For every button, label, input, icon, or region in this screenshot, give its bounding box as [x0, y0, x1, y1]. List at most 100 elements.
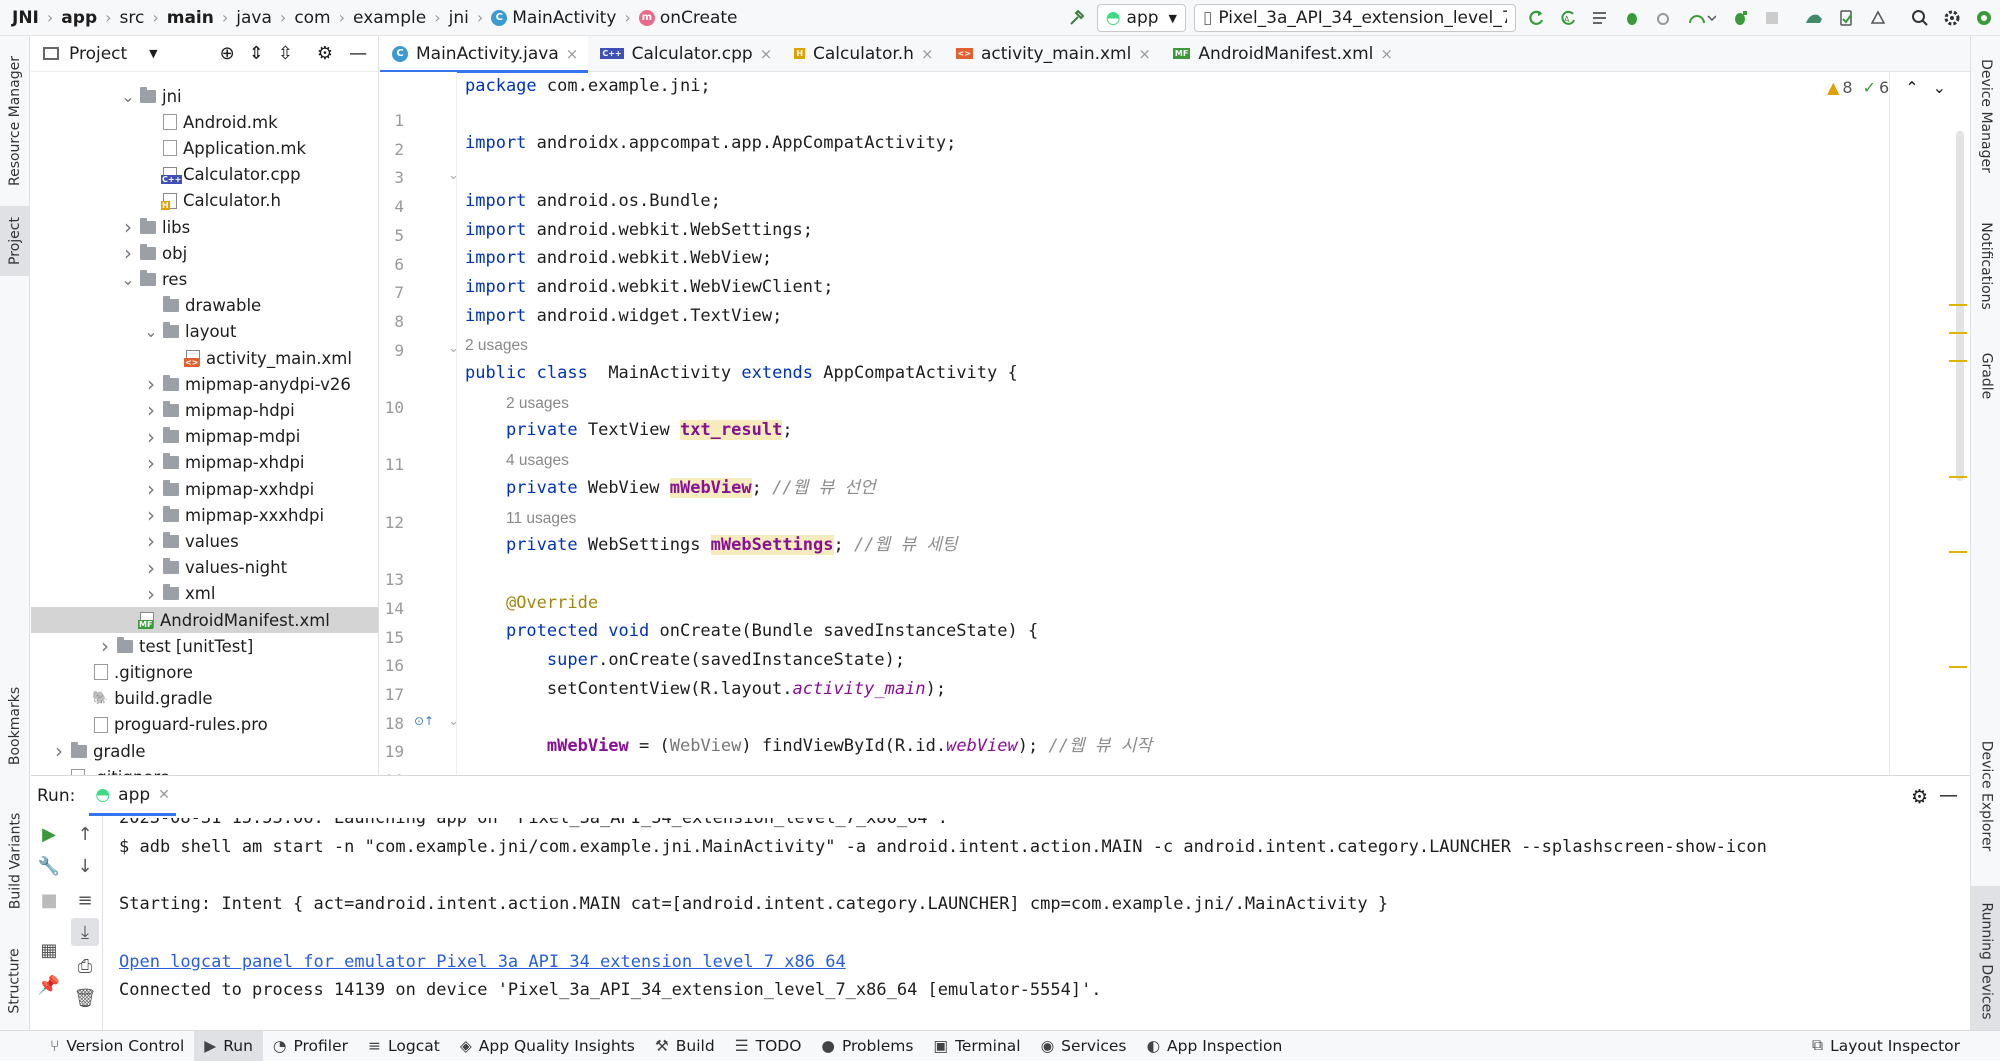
chevron-right-icon[interactable]: › — [98, 634, 112, 658]
status-logcat[interactable]: ≡ Logcat — [358, 1031, 450, 1061]
tree-item[interactable]: .gitignore — [31, 764, 378, 775]
status-build[interactable]: ⚒ Build — [645, 1031, 725, 1061]
tree-item[interactable]: › libs — [31, 214, 378, 240]
chevron-right-icon[interactable]: › — [52, 739, 66, 763]
chevron-right-icon[interactable]: › — [144, 477, 158, 501]
gear-icon[interactable]: ⚙ — [317, 43, 333, 64]
tree-item[interactable]: C++ Calculator.cpp — [31, 162, 378, 188]
tree-item[interactable]: Application.mk — [31, 135, 378, 161]
chevron-right-icon[interactable]: › — [144, 556, 158, 580]
arrow-down-icon[interactable]: ↓ — [71, 852, 99, 880]
run-list-icon[interactable] — [1584, 0, 1616, 36]
breadcrumb-item[interactable]: app — [61, 8, 97, 28]
fold-icon[interactable]: ⌄ — [448, 168, 459, 183]
inspection-widget[interactable]: ▲ 8 ✓ 6 ⌃ ⌄ — [1827, 78, 1946, 97]
status-profiler[interactable]: ◔ Profiler — [263, 1031, 358, 1061]
bookmarks-tab[interactable]: Bookmarks — [0, 676, 30, 776]
tree-item[interactable]: › mipmap-anydpi-v26 — [31, 371, 378, 397]
collapse-all-icon[interactable]: ⇳ — [278, 43, 293, 64]
breadcrumb-item[interactable]: main — [167, 8, 214, 28]
chevron-right-icon[interactable]: › — [144, 451, 158, 475]
fold-icon[interactable]: ⌄ — [448, 714, 459, 729]
warning-marker[interactable] — [1949, 666, 1967, 668]
run-tab[interactable]: ◓ app ✕ — [89, 776, 176, 816]
chevron-right-icon[interactable]: › — [144, 425, 158, 449]
tab-calculator-cpp[interactable]: C++ Calculator.cpp × — [588, 36, 782, 72]
stop-icon[interactable] — [1756, 0, 1788, 36]
chevron-down-icon[interactable]: ⌄ — [144, 322, 158, 341]
print-icon[interactable]: ⎙ — [71, 952, 99, 980]
usage-hint[interactable]: 11 usages — [506, 508, 576, 530]
warning-marker[interactable] — [1949, 551, 1967, 553]
run-console[interactable]: 2023-08-31 15:53:06: Launching app on 'P… — [119, 818, 1959, 1028]
close-icon[interactable]: × — [760, 45, 773, 63]
chevron-right-icon[interactable]: › — [144, 398, 158, 422]
tree-item[interactable]: drawable — [31, 293, 378, 319]
running-devices-tab[interactable]: Running Devices — [1971, 886, 2000, 1036]
code-view[interactable]: package com.example.jni; import androidx.… — [465, 72, 1885, 775]
tree-item[interactable]: › obj — [31, 240, 378, 266]
sdk-manager-icon[interactable] — [1862, 0, 1894, 36]
chevron-down-icon[interactable]: ▼ — [149, 47, 157, 60]
layout-inspector-button[interactable]: ⧉ Layout Inspector — [1802, 1031, 1970, 1061]
expand-all-icon[interactable]: ⇕ — [249, 43, 264, 64]
tree-item[interactable]: › mipmap-xxhdpi — [31, 476, 378, 502]
device-manager-tab[interactable]: Device Manager — [1971, 46, 2000, 186]
tree-item[interactable]: › mipmap-xhdpi — [31, 450, 378, 476]
chevron-down-icon[interactable]: ⌄ — [1933, 78, 1946, 97]
build-variants-tab[interactable]: Build Variants — [0, 796, 30, 926]
minimize-icon[interactable]: — — [1939, 784, 1958, 806]
chevron-down-icon[interactable]: ⌄ — [121, 270, 135, 289]
breadcrumb-item[interactable]: m onCreate — [638, 8, 738, 28]
chevron-right-icon[interactable]: › — [144, 372, 158, 396]
settings-icon[interactable] — [1936, 0, 1968, 36]
scroll-to-end-icon[interactable]: ⤓ — [71, 918, 99, 946]
tree-item[interactable]: ⌄ jni — [31, 83, 378, 109]
sync-gradle-icon[interactable] — [1798, 0, 1830, 36]
status-app-quality-insights[interactable]: ◈ App Quality Insights — [450, 1031, 645, 1061]
device-select[interactable]: ▯ Pixel_3a_API_34_extension_level_7_x86.… — [1194, 4, 1516, 32]
override-icon[interactable]: ⊙↑ — [414, 714, 434, 728]
close-icon[interactable]: × — [921, 45, 934, 63]
chevron-right-icon[interactable]: › — [121, 241, 135, 265]
breadcrumb-item[interactable]: C MainActivity — [491, 8, 616, 28]
project-view-select[interactable]: Project — [69, 44, 127, 64]
chevron-right-icon[interactable]: › — [144, 529, 158, 553]
structure-tab[interactable]: Structure — [0, 931, 30, 1031]
arrow-up-icon[interactable]: ↑ — [71, 820, 99, 848]
locate-file-icon[interactable]: ⊕ — [220, 43, 235, 64]
tree-item[interactable]: › mipmap-hdpi — [31, 397, 378, 423]
warning-marker[interactable] — [1949, 476, 1967, 478]
minimize-icon[interactable]: — — [349, 43, 367, 64]
status-run[interactable]: ▶ Run — [194, 1030, 263, 1061]
device-manager-icon[interactable] — [1830, 0, 1862, 36]
tree-item[interactable]: H Calculator.h — [31, 188, 378, 214]
layout-icon[interactable]: ▦ — [35, 936, 63, 964]
breadcrumb-item[interactable]: src — [120, 8, 145, 28]
tree-item[interactable]: MF AndroidManifest.xml — [31, 607, 378, 633]
tree-item[interactable]: .gitignore — [31, 659, 378, 685]
gear-icon[interactable]: ⚙ — [1911, 786, 1928, 808]
search-icon[interactable] — [1904, 0, 1936, 36]
usage-hint[interactable]: 2 usages — [465, 335, 528, 357]
device-explorer-tab[interactable]: Device Explorer — [1971, 726, 2000, 866]
trash-icon[interactable]: 🗑 — [71, 984, 99, 1012]
usage-hint[interactable]: 2 usages — [506, 393, 569, 415]
chevron-right-icon[interactable]: › — [144, 582, 158, 606]
stop-icon[interactable]: ■ — [35, 886, 63, 914]
chevron-up-icon[interactable]: ⌃ — [1905, 78, 1918, 97]
status-problems[interactable]: ● Problems — [811, 1031, 923, 1061]
tab-calculator-h[interactable]: H Calculator.h × — [782, 36, 943, 72]
wrench-icon[interactable]: 🔧 — [35, 852, 63, 880]
tree-item[interactable]: 🐘 build.gradle — [31, 686, 378, 712]
profile-icon[interactable] — [1680, 0, 1724, 36]
rerun-icon[interactable]: ▶ — [35, 820, 63, 848]
close-icon[interactable]: × — [1380, 45, 1393, 63]
breadcrumb-item[interactable]: com — [294, 8, 330, 28]
tree-item[interactable]: › mipmap-mdpi — [31, 424, 378, 450]
breadcrumb-item[interactable]: JNI — [12, 8, 39, 28]
usage-hint[interactable]: 4 usages — [506, 450, 569, 472]
tree-item[interactable]: ⌄ res — [31, 266, 378, 292]
status-services[interactable]: ◉ Services — [1031, 1031, 1137, 1061]
tree-item[interactable]: › xml — [31, 581, 378, 607]
